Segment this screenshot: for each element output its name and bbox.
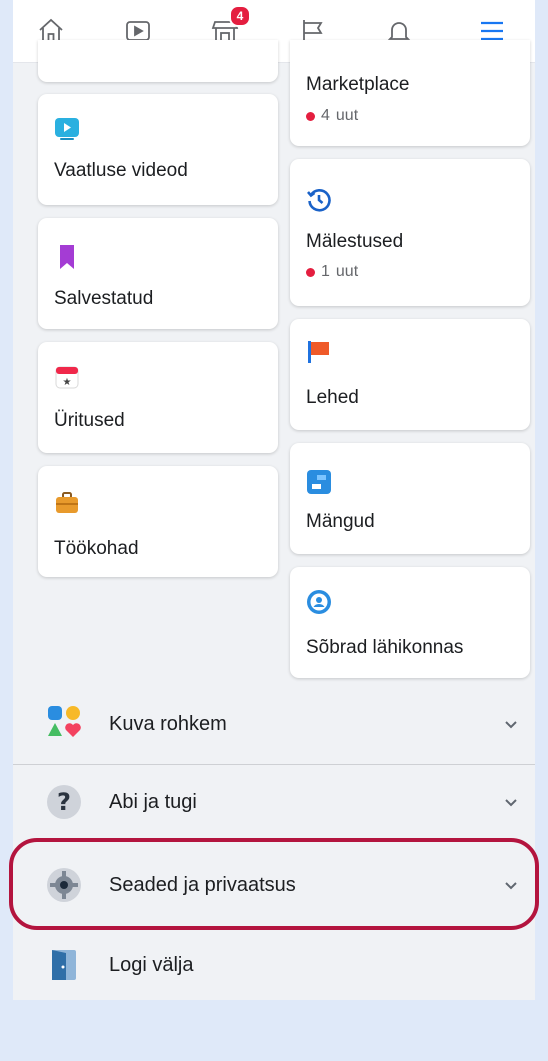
game-icon [307, 470, 331, 494]
svg-text:?: ? [57, 788, 71, 816]
see-more-row[interactable]: Kuva rohkem [13, 694, 535, 754]
nearby-icon [307, 590, 331, 614]
shortcut-label: Töökohad [54, 538, 139, 559]
clock-history-icon [307, 189, 331, 212]
logout-label: Logi välja [109, 953, 194, 976]
briefcase-icon [56, 492, 78, 513]
shortcut-card-marketplace[interactable]: Marketplace 4 uut [290, 40, 530, 146]
shortcut-card-pages[interactable]: Lehed [290, 319, 530, 430]
svg-text:★: ★ [63, 377, 72, 388]
shortcut-card-memories[interactable]: Mälestused 1 uut [290, 159, 530, 306]
new-count-number: 4 [321, 107, 330, 124]
see-more-label: Kuva rohkem [109, 712, 227, 735]
marketplace-badge: 4 [229, 5, 251, 27]
shortcut-card-partial[interactable] [38, 40, 278, 82]
shortcut-label: Salvestatud [54, 288, 154, 309]
shortcut-label: Üritused [54, 410, 125, 431]
help-support-row[interactable]: ? Abi ja tugi [13, 772, 535, 832]
new-count: 4 uut [306, 107, 358, 125]
shortcut-label: Vaatluse videod [54, 160, 188, 181]
shortcut-card-watch[interactable]: Vaatluse videod [38, 94, 278, 205]
shortcut-card-nearby[interactable]: Sõbrad lähikonnas [290, 567, 530, 678]
notification-dot [306, 111, 315, 121]
question-icon: ? [47, 785, 81, 819]
shortcut-card-jobs[interactable]: Töökohad [38, 466, 278, 577]
shortcut-label: Mängud [306, 511, 375, 532]
new-count-number: 1 [321, 263, 330, 280]
new-count: 1 uut [306, 263, 358, 281]
new-count-text: uut [335, 107, 359, 124]
calendar-icon: ★ [55, 366, 79, 389]
see-more-icon [48, 706, 81, 737]
notification-dot [306, 267, 315, 277]
door-icon [52, 950, 76, 980]
shortcut-card-games[interactable]: Mängud [290, 443, 530, 554]
logout-row[interactable]: Logi välja [13, 935, 535, 995]
highlight-outline [9, 838, 539, 930]
shortcut-label: Marketplace [306, 74, 410, 95]
shortcut-card-events[interactable]: ★ Üritused [38, 342, 278, 453]
help-support-label: Abi ja tugi [109, 790, 197, 813]
shortcut-label: Lehed [306, 387, 359, 408]
shortcut-label: Mälestused [306, 231, 404, 252]
divider [13, 764, 535, 765]
shortcut-card-saved[interactable]: Salvestatud [38, 218, 278, 329]
chevron-down-icon [505, 721, 517, 729]
shortcut-label: Sõbrad lähikonnas [306, 637, 464, 658]
flag-icon [308, 341, 329, 363]
bookmark-icon [60, 245, 74, 269]
chevron-down-icon [505, 799, 517, 807]
new-count-text: uut [335, 263, 359, 280]
video-icon [55, 118, 79, 140]
